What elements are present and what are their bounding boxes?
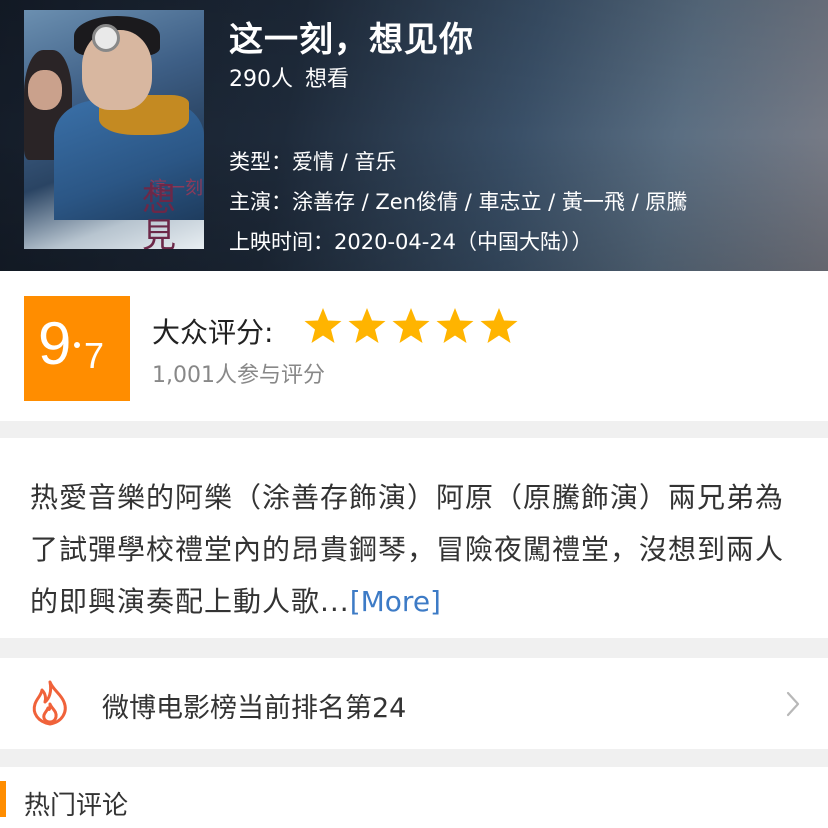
- star-icon: [392, 308, 430, 343]
- synopsis-section: 热愛音樂的阿樂（涂善存飾演）阿原（原騰飾演）兩兄弟為了試彈學校禮堂內的昂貴鋼琴，…: [0, 438, 828, 638]
- movie-release: 上映时间：2020-04-24（中国大陆））: [229, 230, 593, 254]
- synopsis-text: 热愛音樂的阿樂（涂善存飾演）阿原（原騰飾演）兩兄弟為了試彈學校禮堂內的昂貴鋼琴，…: [30, 472, 800, 628]
- rating-count: 1,001人参与评分: [152, 363, 325, 388]
- want-count: 290人 想看: [229, 61, 349, 93]
- movie-title: 这一刻，想见你: [229, 20, 474, 60]
- movie-cast: 主演：涂善存 / Zen俊倩 / 車志立 / 黃一飛 / 原騰: [229, 190, 688, 214]
- section-accent-bar: [0, 781, 6, 817]
- fire-icon: [32, 680, 67, 726]
- rating-stars: [303, 306, 519, 346]
- movie-genre: 类型：爱情 / 音乐: [229, 150, 397, 174]
- star-icon: [304, 308, 342, 343]
- want-label: 想看: [305, 67, 350, 92]
- more-link[interactable]: [More]: [350, 585, 441, 618]
- hot-comments-title: 热门评论: [24, 791, 129, 821]
- rating-section: 9 7 大众评分: 1,001人参与评分: [0, 271, 828, 421]
- section-divider: [0, 749, 828, 767]
- score-decimal: 7: [84, 335, 105, 376]
- star-icon: [480, 308, 518, 343]
- star-icon: [348, 308, 386, 343]
- headphone-icon: [92, 24, 120, 52]
- rank-text: 微博电影榜当前排名第24: [102, 693, 407, 724]
- section-divider: [0, 638, 828, 658]
- score-dot: [74, 342, 80, 348]
- rank-row[interactable]: 微博电影榜当前排名第24: [0, 658, 828, 749]
- score-badge: 9 7: [24, 296, 130, 401]
- poster-title: 想見: [142, 180, 176, 249]
- chevron-right-icon: [786, 691, 800, 717]
- rating-label: 大众评分:: [152, 316, 274, 349]
- want-number: 290人: [229, 67, 293, 92]
- score-integer: 9: [38, 310, 72, 377]
- movie-poster[interactable]: 這一刻 想見: [24, 10, 204, 249]
- hot-comments-section: 热门评论: [0, 767, 828, 828]
- poster-figure: [28, 70, 62, 110]
- star-icon: [436, 308, 474, 343]
- section-divider: [0, 421, 828, 438]
